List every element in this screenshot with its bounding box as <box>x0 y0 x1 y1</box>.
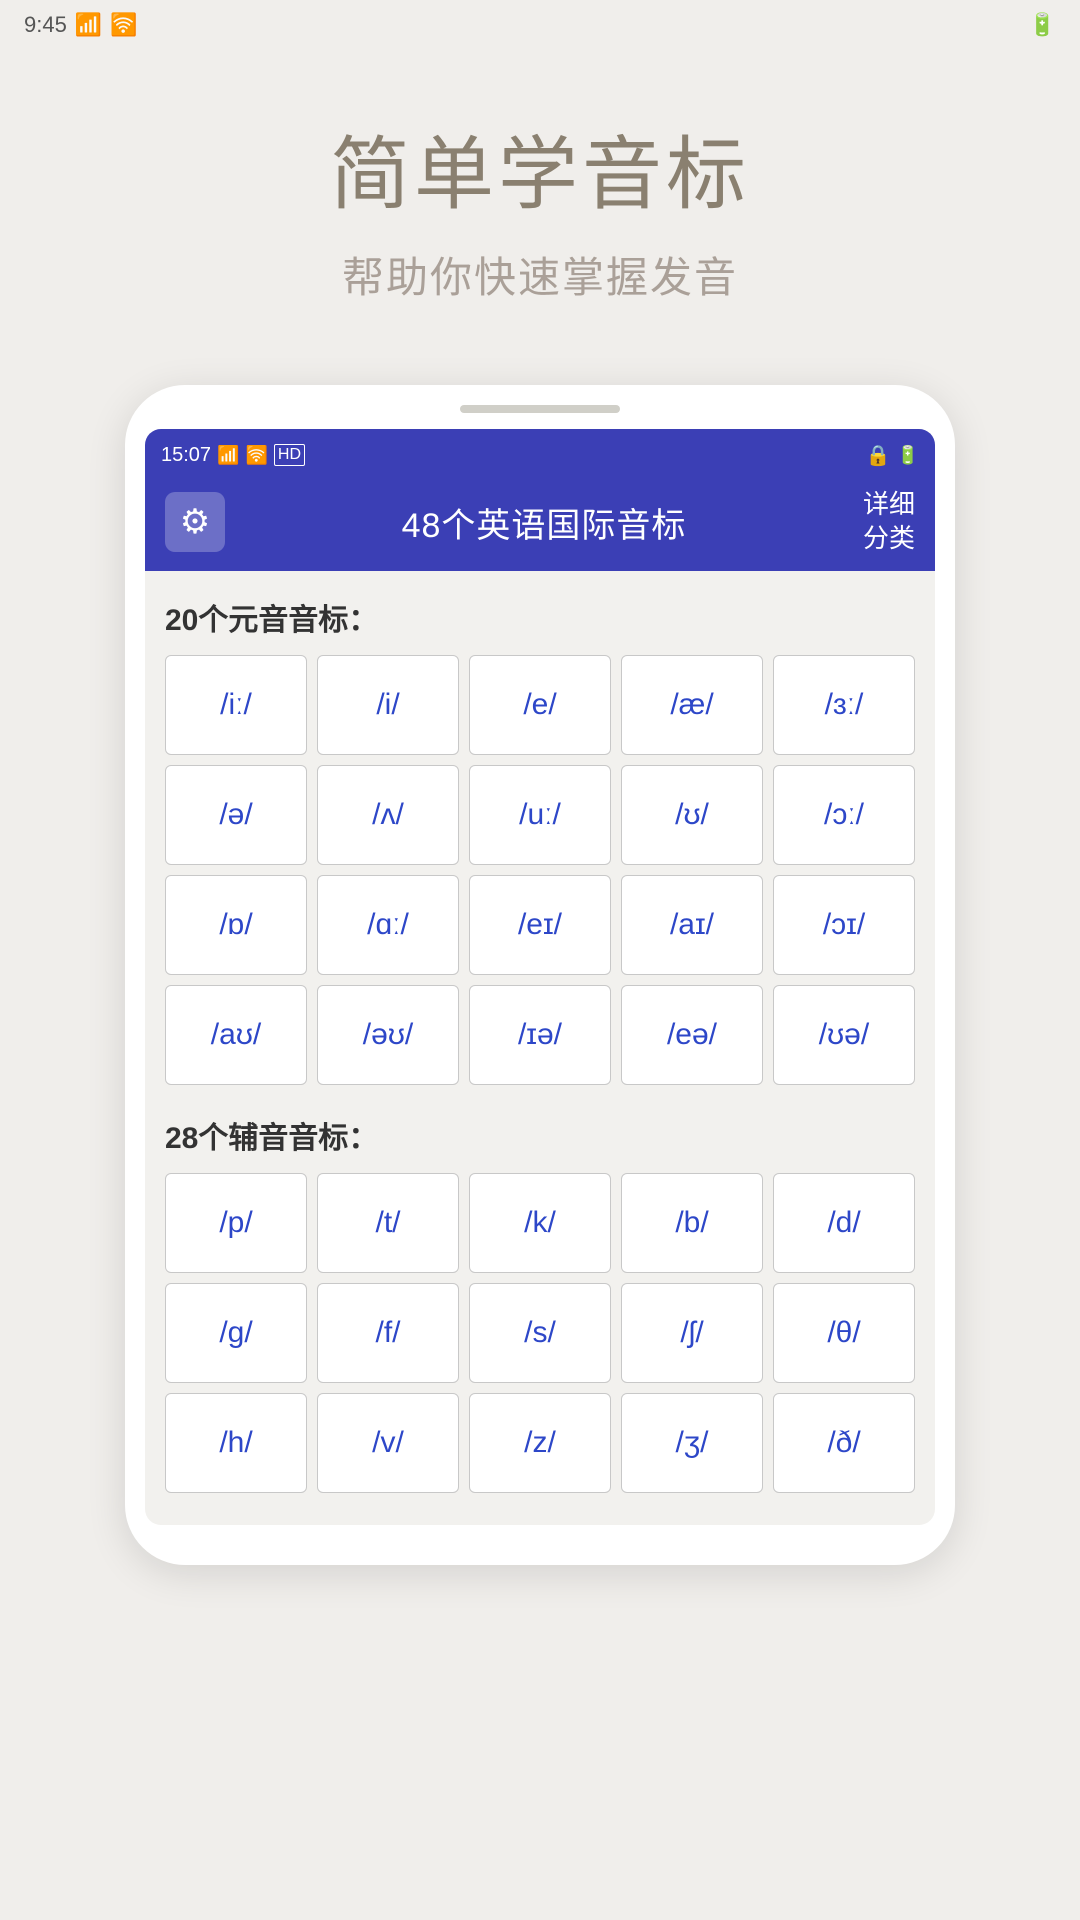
vowel-cell[interactable]: /ə/ <box>165 765 307 865</box>
vowel-cell[interactable]: /e/ <box>469 655 611 755</box>
vowel-cell[interactable]: /ɪə/ <box>469 985 611 1085</box>
gear-button[interactable]: ⚙ <box>165 492 225 552</box>
app-title: 48个英语国际音标 <box>402 498 687 547</box>
vowel-cell[interactable]: /ʊ/ <box>621 765 763 865</box>
vowel-cell[interactable]: /eɪ/ <box>469 875 611 975</box>
vowel-cell[interactable]: /i/ <box>317 655 459 755</box>
hero-section: 简单学音标 帮助你快速掌握发音 <box>330 110 750 305</box>
vowel-cell[interactable]: /aɪ/ <box>621 875 763 975</box>
vowel-cell[interactable]: /ʊə/ <box>773 985 915 1085</box>
consonant-cell[interactable]: /f/ <box>317 1283 459 1383</box>
hero-subtitle: 帮助你快速掌握发音 <box>330 244 750 305</box>
consonant-cell[interactable]: /t/ <box>317 1173 459 1273</box>
consonant-cell[interactable]: /g/ <box>165 1283 307 1383</box>
vowel-cell[interactable]: /ɑː/ <box>317 875 459 975</box>
outer-battery-icon: 🔋 <box>1029 12 1056 38</box>
vowel-cell[interactable]: /aʊ/ <box>165 985 307 1085</box>
outer-signal-icon: 📶 <box>75 12 102 38</box>
inner-time: 15:07 <box>161 444 211 467</box>
outer-status-left: 9:45 📶 🛜 <box>24 12 138 38</box>
vowel-cell[interactable]: /ɜː/ <box>773 655 915 755</box>
vowel-cell[interactable]: /ɒ/ <box>165 875 307 975</box>
vowel-cell[interactable]: /eə/ <box>621 985 763 1085</box>
outer-status-right: 🔋 <box>1029 12 1056 38</box>
consonant-cell[interactable]: /ʒ/ <box>621 1393 763 1493</box>
vowel-cell[interactable]: /iː/ <box>165 655 307 755</box>
outer-wifi-icon: 🛜 <box>110 12 137 38</box>
consonant-cell[interactable]: /θ/ <box>773 1283 915 1383</box>
consonant-cell[interactable]: /s/ <box>469 1283 611 1383</box>
consonants-section-title: 28个辅音音标： <box>165 1113 915 1157</box>
inner-signal-icon: 📶 <box>217 445 239 466</box>
hero-title: 简单学音标 <box>330 110 750 226</box>
vowels-grid: /iː//i//e//æ//ɜː/ /ə//ʌ//uː//ʊ//ɔː/ /ɒ//ɑː… <box>165 655 915 1085</box>
consonant-cell[interactable]: /b/ <box>621 1173 763 1273</box>
scroll-content: 20个元音音标： /iː//i//e//æ//ɜː//ə//ʌ//uː//ʊ//… <box>145 571 935 1525</box>
phone-screen: 15:07 📶 🛜 HD 🔒 🔋 ⚙ 48个英语国际音标 详细 分类 20个元音… <box>145 429 935 1525</box>
consonant-cell[interactable]: /z/ <box>469 1393 611 1493</box>
inner-battery-icon: 🔋 <box>897 445 919 466</box>
phone-frame: 15:07 📶 🛜 HD 🔒 🔋 ⚙ 48个英语国际音标 详细 分类 20个元音… <box>125 385 955 1565</box>
inner-status-bar: 15:07 📶 🛜 HD 🔒 🔋 <box>145 429 935 481</box>
consonant-cell[interactable]: /k/ <box>469 1173 611 1273</box>
consonant-cell[interactable]: /p/ <box>165 1173 307 1273</box>
vowel-cell[interactable]: /ɔː/ <box>773 765 915 865</box>
detail-classify-button[interactable]: 详细 分类 <box>863 488 915 556</box>
vowels-section-title: 20个元音音标： <box>165 595 915 639</box>
consonant-cell[interactable]: /h/ <box>165 1393 307 1493</box>
inner-status-right: 🔒 🔋 <box>866 443 919 468</box>
outer-status-bar: 9:45 📶 🛜 🔋 <box>0 0 1080 50</box>
consonant-cell[interactable]: /ʃ/ <box>621 1283 763 1383</box>
outer-time: 9:45 <box>24 12 67 38</box>
vowel-cell[interactable]: /æ/ <box>621 655 763 755</box>
inner-wifi-icon: 🛜 <box>245 445 267 466</box>
inner-lock-icon: 🔒 <box>866 443 891 468</box>
vowel-cell[interactable]: /ɔɪ/ <box>773 875 915 975</box>
inner-hd-badge: HD <box>274 444 305 466</box>
phone-notch <box>460 405 620 413</box>
consonants-grid: /p//t//k//b//d//g//f//s//ʃ//θ//h//v//z//… <box>165 1173 915 1493</box>
consonant-cell[interactable]: /d/ <box>773 1173 915 1273</box>
vowel-cell[interactable]: /uː/ <box>469 765 611 865</box>
vowel-cell[interactable]: /ʌ/ <box>317 765 459 865</box>
inner-status-left: 15:07 📶 🛜 HD <box>161 444 305 467</box>
gear-icon: ⚙ <box>180 502 210 542</box>
consonant-cell[interactable]: /v/ <box>317 1393 459 1493</box>
vowel-cell[interactable]: /əʊ/ <box>317 985 459 1085</box>
app-header: ⚙ 48个英语国际音标 详细 分类 <box>145 481 935 571</box>
consonant-cell[interactable]: /ð/ <box>773 1393 915 1493</box>
